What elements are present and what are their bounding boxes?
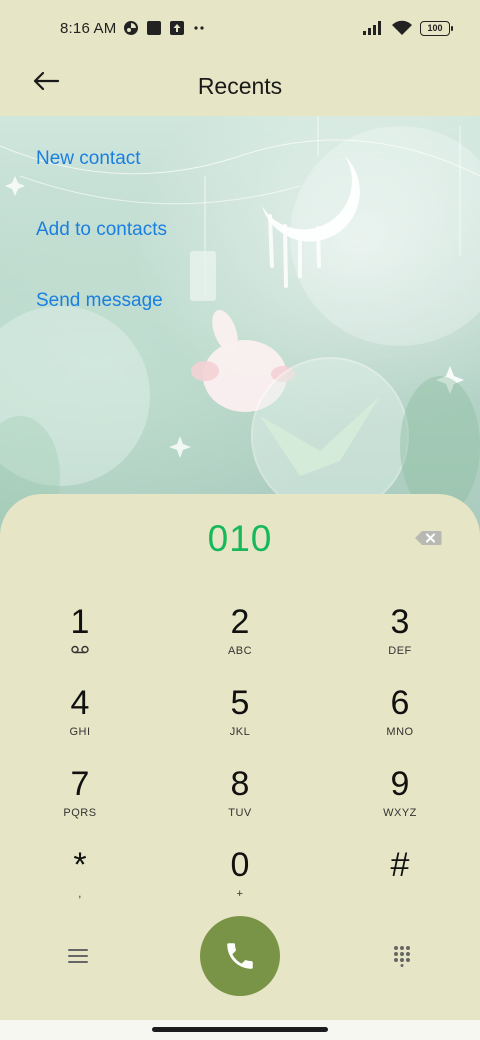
key-3[interactable]: 3 DEF <box>340 602 460 672</box>
key-digit: 8 <box>230 765 250 803</box>
dialed-number: 010 <box>207 518 273 559</box>
key-5[interactable]: 5 JKL <box>180 683 300 753</box>
key-1[interactable]: 1 <box>20 602 140 672</box>
key-digit: # <box>390 846 410 884</box>
key-6[interactable]: 6 MNO <box>340 683 460 753</box>
key-digit: 0 <box>230 846 250 884</box>
battery-icon: 100 <box>420 20 453 36</box>
dialpad-icon <box>394 946 410 967</box>
arrow-left-icon <box>33 71 60 91</box>
wallpaper-illustration <box>0 116 480 536</box>
key-digit: 1 <box>70 603 90 641</box>
key-letters: + <box>236 888 244 900</box>
wifi-icon <box>391 20 413 36</box>
dialer-panel: 010 1 2 ABC 3 DEF 4 GHI 5 JKL 6 MNO 7 PQ… <box>0 494 480 1022</box>
key-letters: DEF <box>388 645 412 657</box>
key-digit: 5 <box>230 684 250 722</box>
home-indicator[interactable] <box>152 1027 328 1032</box>
key-4[interactable]: 4 GHI <box>20 683 140 753</box>
key-digit: * <box>73 846 87 884</box>
key-letters: GHI <box>69 726 91 738</box>
key-letters: PQRS <box>63 807 97 819</box>
send-message-link[interactable]: Send message <box>36 290 163 312</box>
key-8[interactable]: 8 TUV <box>180 764 300 834</box>
status-time: 8:16 AM <box>60 19 117 37</box>
delete-button[interactable] <box>414 530 442 546</box>
call-button[interactable] <box>200 916 280 996</box>
key-digit: 4 <box>70 684 90 722</box>
phone-icon <box>227 943 253 969</box>
key-digit: 6 <box>390 684 410 722</box>
navigation-bar <box>0 1020 480 1040</box>
key-letters: JKL <box>229 726 251 738</box>
new-contact-link[interactable]: New contact <box>36 148 141 170</box>
more-dots-icon <box>192 20 208 36</box>
dialer-bottom-bar <box>0 914 480 998</box>
key-digit: 3 <box>390 603 410 641</box>
key-hash[interactable]: # <box>340 845 460 915</box>
app-notification-icon <box>123 20 139 36</box>
key-2[interactable]: 2 ABC <box>180 602 300 672</box>
key-star[interactable]: * , <box>20 845 140 915</box>
key-letters: ABC <box>227 645 253 657</box>
key-letters: TUV <box>228 807 252 819</box>
key-letters: WXYZ <box>383 807 417 819</box>
header: Recents <box>0 56 480 116</box>
menu-icon <box>68 949 88 963</box>
page-title: Recents <box>197 72 283 99</box>
key-digit: 2 <box>230 603 250 641</box>
key-letters: , <box>78 888 82 900</box>
wallpaper-background <box>0 116 480 536</box>
dialpad-toggle-button[interactable] <box>387 944 417 968</box>
key-letters: MNO <box>386 726 414 738</box>
backspace-icon <box>415 531 442 545</box>
back-button[interactable] <box>28 66 64 96</box>
key-9[interactable]: 9 WXYZ <box>340 764 460 834</box>
status-bar: 8:16 AM 100 <box>0 0 480 56</box>
key-7[interactable]: 7 PQRS <box>20 764 140 834</box>
status-right: 100 <box>362 20 453 36</box>
voicemail-icon <box>20 644 140 658</box>
menu-button[interactable] <box>63 944 93 968</box>
key-0[interactable]: 0 + <box>180 845 300 915</box>
signal-icon <box>362 20 384 36</box>
square-notification-icon <box>146 20 162 36</box>
add-to-contacts-link[interactable]: Add to contacts <box>36 219 167 241</box>
key-digit: 9 <box>390 765 410 803</box>
key-digit: 7 <box>70 765 90 803</box>
status-left: 8:16 AM <box>60 20 208 37</box>
upload-icon <box>169 20 185 36</box>
